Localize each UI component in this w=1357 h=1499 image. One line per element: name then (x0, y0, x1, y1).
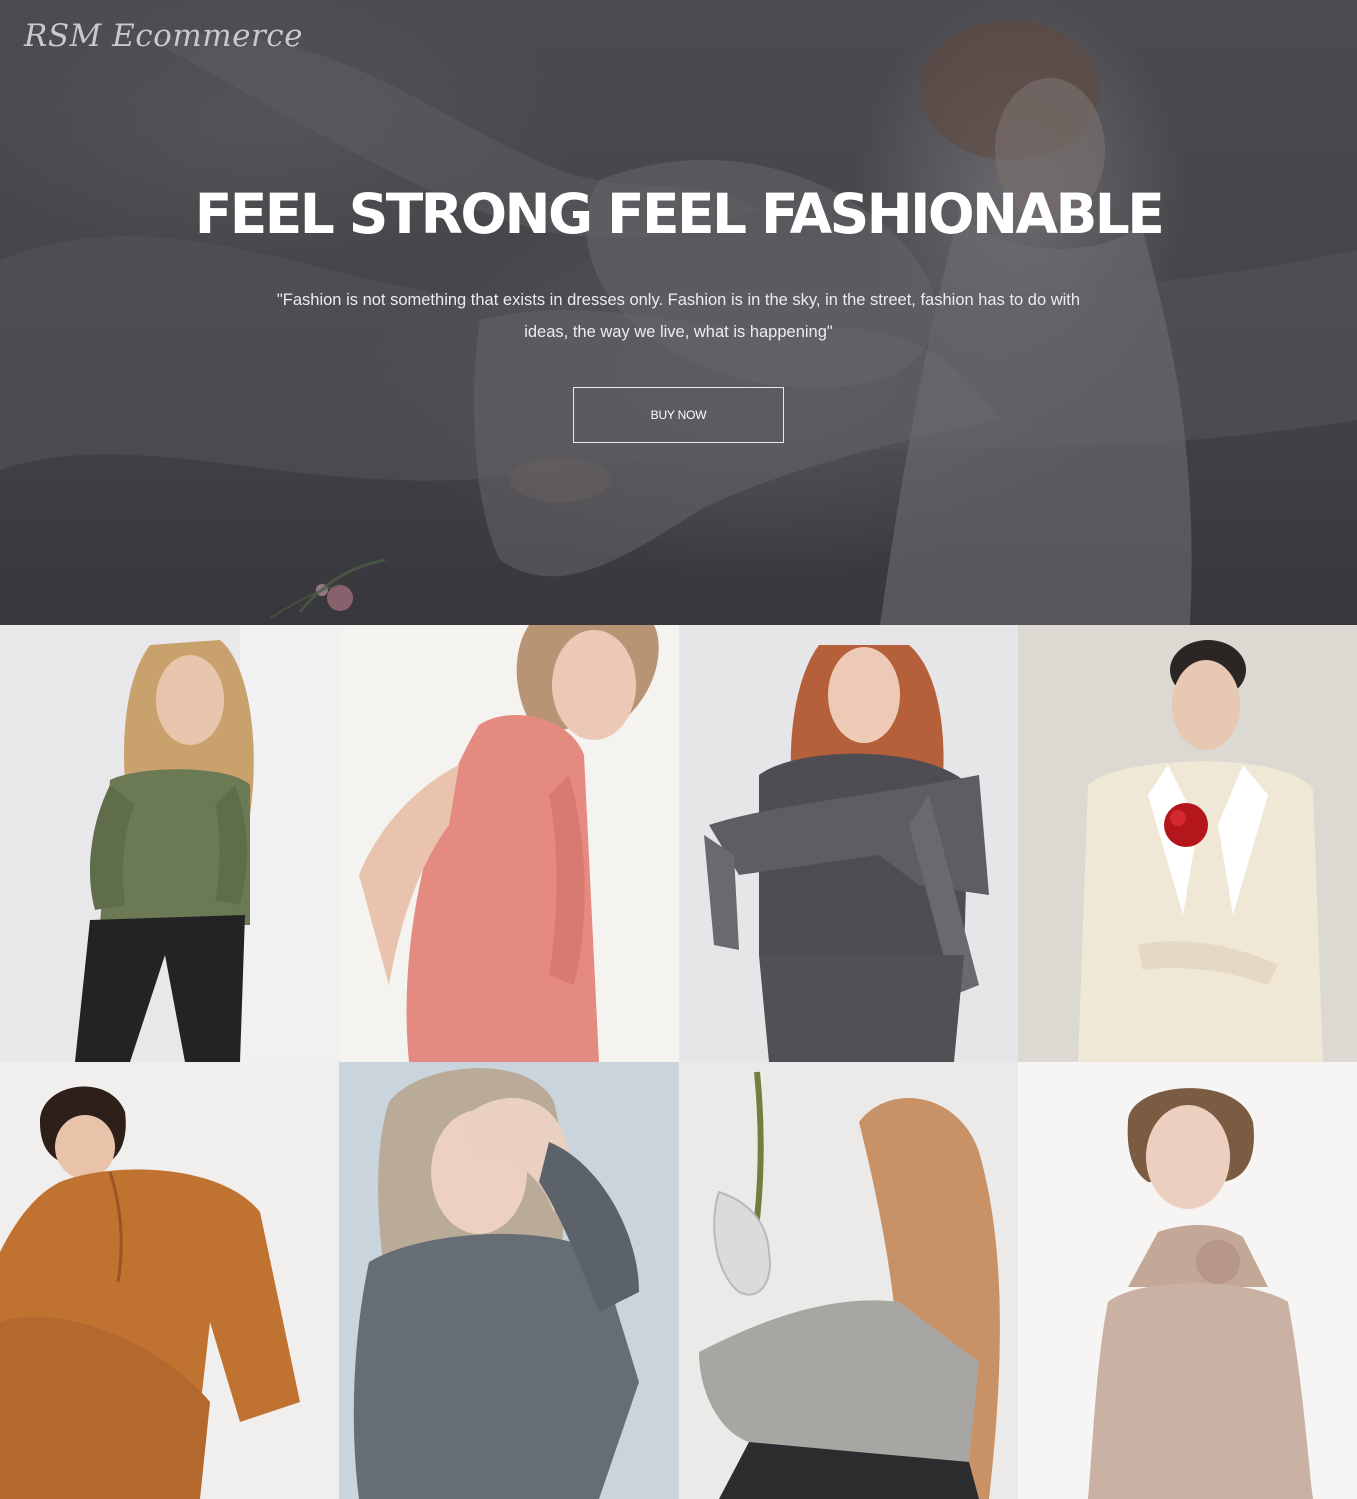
product-tile-olive-top[interactable] (0, 625, 339, 1062)
product-tile-charcoal-hoodie[interactable] (679, 625, 1018, 1062)
brand-logo[interactable]: RSM Ecommerce (24, 18, 303, 54)
hero-quote: "Fashion is not something that exists in… (276, 291, 1081, 341)
product-tile-coral-top[interactable] (339, 625, 679, 1062)
hero-title: FEEL STRONG FEEL FASHIONABLE (194, 182, 1165, 246)
product-tile-taupe-halter[interactable] (1018, 1062, 1357, 1499)
buy-now-button[interactable]: BUY NOW (573, 387, 784, 443)
product-tile-cream-blazer[interactable] (1018, 625, 1357, 1062)
product-gallery (0, 625, 1357, 1499)
product-tile-slate-shirt[interactable] (339, 1062, 679, 1499)
product-photo (359, 625, 659, 1062)
product-tile-grey-sweater[interactable] (679, 1062, 1018, 1499)
product-photo (1088, 1088, 1313, 1499)
product-photo (0, 1086, 300, 1499)
hero-banner: RSM Ecommerce FEEL STRONG FEEL FASHIONAB… (0, 0, 1357, 625)
product-photo (704, 645, 989, 1062)
product-photo (75, 625, 339, 1062)
product-photo (1078, 640, 1323, 1062)
product-photo (353, 1068, 639, 1499)
product-tile-rust-blouse[interactable] (0, 1062, 339, 1499)
product-photo (699, 1071, 1000, 1499)
